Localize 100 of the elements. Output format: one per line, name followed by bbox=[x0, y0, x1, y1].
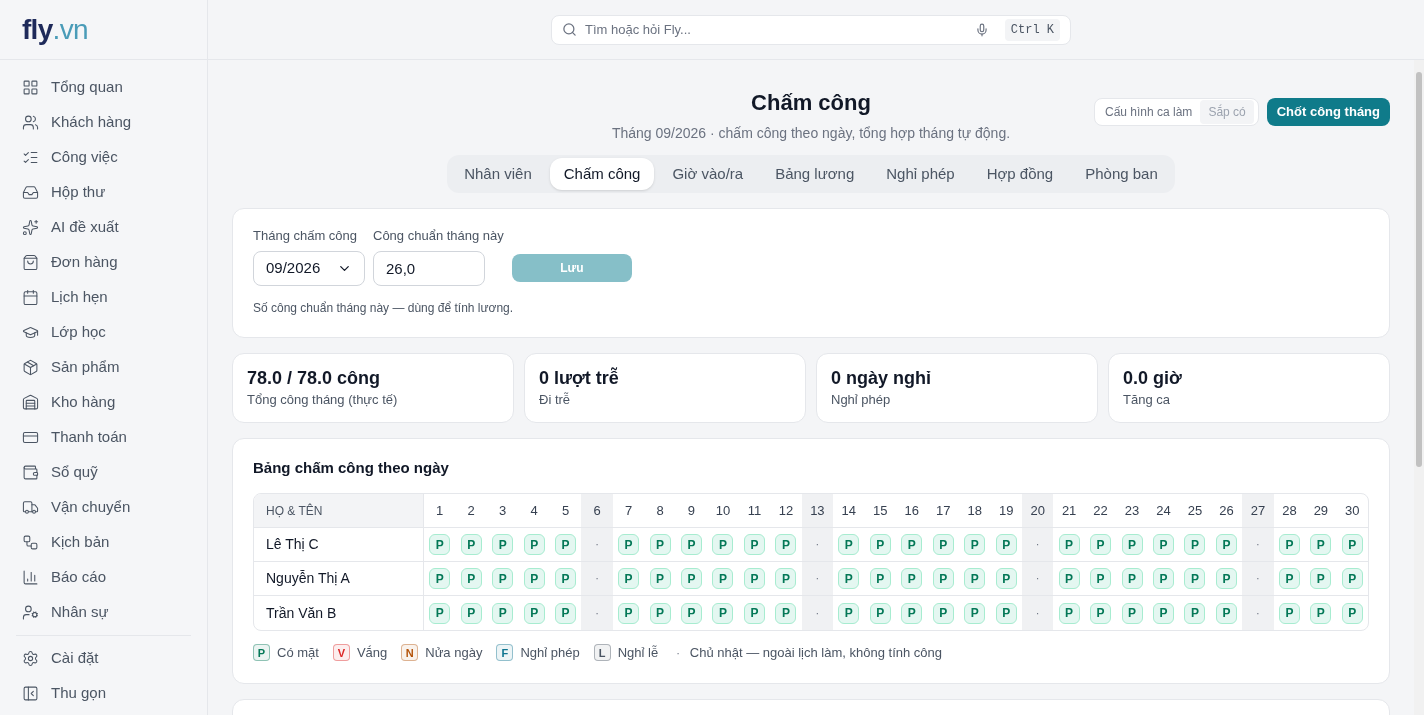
sidebar-item[interactable]: Nhân sự bbox=[16, 595, 191, 630]
present-badge[interactable]: P bbox=[1121, 534, 1143, 555]
present-badge[interactable]: P bbox=[555, 602, 577, 624]
present-badge[interactable]: P bbox=[743, 534, 765, 555]
sidebar-item[interactable]: AI đề xuất bbox=[16, 210, 191, 245]
sidebar-item[interactable]: Thanh toán bbox=[16, 420, 191, 455]
present-badge[interactable]: P bbox=[743, 602, 765, 624]
present-badge[interactable]: P bbox=[523, 602, 545, 624]
present-badge[interactable]: P bbox=[1153, 534, 1174, 555]
sidebar-item[interactable]: Lịch hẹn bbox=[16, 280, 191, 315]
present-badge[interactable]: P bbox=[681, 602, 702, 624]
present-badge[interactable]: P bbox=[995, 568, 1017, 589]
present-badge[interactable]: P bbox=[1278, 602, 1300, 624]
present-badge[interactable]: P bbox=[712, 602, 734, 624]
present-badge[interactable]: P bbox=[775, 602, 797, 624]
present-badge[interactable]: P bbox=[618, 534, 640, 555]
tab[interactable]: Nghỉ phép bbox=[872, 158, 969, 190]
present-badge[interactable]: P bbox=[1058, 568, 1080, 589]
present-badge[interactable]: P bbox=[1310, 602, 1332, 624]
standard-days-field[interactable]: 26,0 bbox=[373, 250, 485, 286]
present-badge[interactable]: P bbox=[649, 602, 671, 624]
present-badge[interactable]: P bbox=[1310, 534, 1332, 555]
present-badge[interactable]: P bbox=[523, 568, 545, 589]
present-badge[interactable]: P bbox=[1058, 534, 1080, 555]
present-badge[interactable]: P bbox=[838, 534, 860, 555]
present-badge[interactable]: P bbox=[681, 568, 702, 589]
present-badge[interactable]: P bbox=[618, 602, 640, 624]
sidebar-item[interactable]: Công việc bbox=[16, 140, 191, 175]
tab[interactable]: Bảng lương bbox=[761, 158, 869, 190]
search-input[interactable]: Tìm hoặc hỏi Fly... bbox=[585, 19, 967, 40]
present-badge[interactable]: P bbox=[964, 568, 986, 589]
sidebar-item[interactable]: Lớp học bbox=[16, 315, 191, 350]
logo[interactable]: fly.vn bbox=[22, 8, 88, 51]
sidebar-item[interactable]: Thu gọn bbox=[16, 676, 191, 711]
sidebar-item[interactable]: Cài đặt bbox=[16, 641, 191, 676]
present-badge[interactable]: P bbox=[523, 534, 545, 555]
close-month-button[interactable]: Chốt công tháng bbox=[1266, 98, 1390, 126]
present-badge[interactable]: P bbox=[869, 568, 891, 589]
sidebar-item[interactable]: Vận chuyển bbox=[16, 490, 191, 525]
sidebar-item[interactable]: Khách hàng bbox=[16, 105, 191, 140]
present-badge[interactable]: P bbox=[964, 534, 986, 555]
present-badge[interactable]: P bbox=[1341, 602, 1363, 624]
present-badge[interactable]: P bbox=[995, 602, 1017, 624]
present-badge[interactable]: P bbox=[1121, 568, 1143, 589]
present-badge[interactable]: P bbox=[932, 602, 954, 624]
present-badge[interactable]: P bbox=[869, 602, 891, 624]
present-badge[interactable]: P bbox=[743, 568, 765, 589]
tab[interactable]: Phòng ban bbox=[1071, 158, 1172, 190]
sidebar-item[interactable]: Hộp thư bbox=[16, 175, 191, 210]
present-badge[interactable]: P bbox=[1341, 568, 1363, 589]
present-badge[interactable]: P bbox=[1090, 568, 1112, 589]
present-badge[interactable]: P bbox=[712, 568, 734, 589]
present-badge[interactable]: P bbox=[1278, 568, 1300, 589]
present-badge[interactable]: P bbox=[1184, 568, 1206, 589]
present-badge[interactable]: P bbox=[492, 568, 514, 589]
present-badge[interactable]: P bbox=[775, 568, 797, 589]
present-badge[interactable]: P bbox=[649, 534, 671, 555]
present-badge[interactable]: P bbox=[901, 534, 923, 555]
present-badge[interactable]: P bbox=[869, 534, 891, 555]
present-badge[interactable]: P bbox=[649, 568, 671, 589]
present-badge[interactable]: P bbox=[1153, 568, 1174, 589]
present-badge[interactable]: P bbox=[964, 602, 986, 624]
present-badge[interactable]: P bbox=[681, 534, 702, 555]
present-badge[interactable]: P bbox=[838, 602, 860, 624]
present-badge[interactable]: P bbox=[1184, 602, 1206, 624]
present-badge[interactable]: P bbox=[1090, 602, 1112, 624]
present-badge[interactable]: P bbox=[1090, 534, 1112, 555]
present-badge[interactable]: P bbox=[932, 534, 954, 555]
present-badge[interactable]: P bbox=[1121, 602, 1143, 624]
tab[interactable]: Hợp đồng bbox=[972, 158, 1068, 190]
present-badge[interactable]: P bbox=[460, 602, 482, 624]
present-badge[interactable]: P bbox=[1215, 602, 1237, 624]
month-select[interactable]: 09/2026 bbox=[253, 250, 365, 286]
sidebar-item[interactable]: Đơn hàng bbox=[16, 245, 191, 280]
sidebar-item[interactable]: Sổ quỹ bbox=[16, 455, 191, 490]
present-badge[interactable]: P bbox=[1310, 568, 1332, 589]
present-badge[interactable]: P bbox=[618, 568, 640, 589]
present-badge[interactable]: P bbox=[1341, 534, 1363, 555]
sidebar-item[interactable]: Kịch bản bbox=[16, 525, 191, 560]
microphone-icon[interactable] bbox=[974, 22, 989, 37]
present-badge[interactable]: P bbox=[838, 568, 860, 589]
present-badge[interactable]: P bbox=[429, 602, 451, 624]
present-badge[interactable]: P bbox=[932, 568, 954, 589]
present-badge[interactable]: P bbox=[492, 602, 514, 624]
present-badge[interactable]: P bbox=[429, 568, 451, 589]
sidebar-item[interactable]: Tổng quan bbox=[16, 70, 191, 105]
present-badge[interactable]: P bbox=[429, 534, 451, 555]
tab[interactable]: Chấm công bbox=[549, 158, 655, 190]
tab[interactable]: Giờ vào/ra bbox=[658, 158, 758, 190]
present-badge[interactable]: P bbox=[460, 568, 482, 589]
sidebar-item[interactable]: Sản phẩm bbox=[16, 350, 191, 385]
present-badge[interactable]: P bbox=[492, 534, 514, 555]
present-badge[interactable]: P bbox=[712, 534, 734, 555]
present-badge[interactable]: P bbox=[1184, 534, 1206, 555]
present-badge[interactable]: P bbox=[775, 534, 797, 555]
present-badge[interactable]: P bbox=[1215, 568, 1237, 589]
search-field[interactable]: Tìm hoặc hỏi Fly... Ctrl K bbox=[551, 14, 1071, 45]
present-badge[interactable]: P bbox=[995, 534, 1017, 555]
present-badge[interactable]: P bbox=[901, 568, 923, 589]
present-badge[interactable]: P bbox=[1278, 534, 1300, 555]
